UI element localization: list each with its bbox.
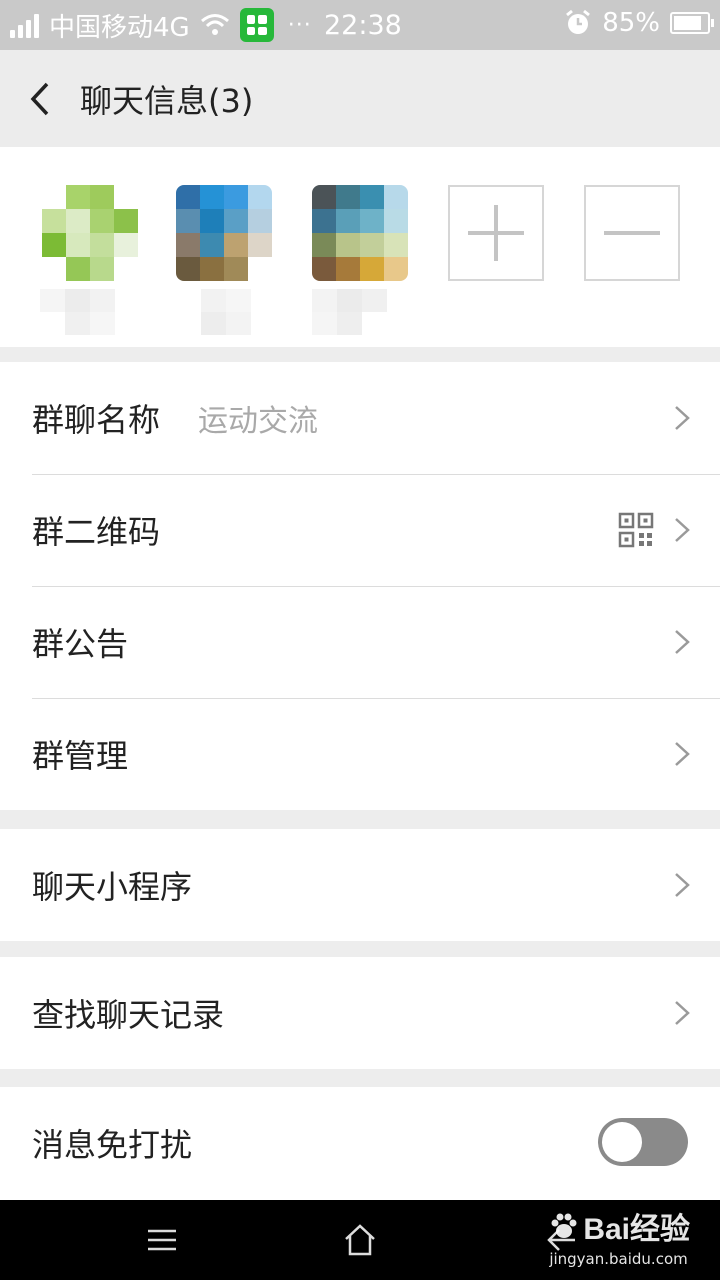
clock: 22:38 <box>324 10 402 41</box>
search-history-row[interactable]: 查找聊天记录 <box>0 957 720 1069</box>
page-title: 聊天信息(3) <box>80 81 254 120</box>
system-nav-bar: Bai经验 jingyan.baidu.com <box>0 1200 720 1280</box>
carrier-label: 中国移动4G <box>49 12 190 43</box>
watermark-brand: Bai经验 <box>583 1213 690 1246</box>
wifi-icon <box>200 14 229 35</box>
more-notifications: ··· <box>287 12 312 38</box>
group-settings-section: 群聊名称 运动交流 群二维码 群公告 群管理 <box>0 362 720 810</box>
notification-section: 消息免打扰 <box>0 1087 720 1200</box>
paw-icon <box>551 1213 577 1238</box>
mini-programs-section: 聊天小程序 <box>0 829 720 941</box>
member-avatar[interactable] <box>42 185 138 281</box>
chevron-right-icon <box>675 742 690 766</box>
chevron-right-icon <box>675 630 690 654</box>
group-qr-row[interactable]: 群二维码 <box>0 474 720 586</box>
group-name-row[interactable]: 群聊名称 运动交流 <box>0 362 720 474</box>
group-name-label: 群聊名称 <box>32 401 161 439</box>
mute-label: 消息免打扰 <box>32 1126 193 1164</box>
plus-icon <box>468 205 524 261</box>
mute-toggle[interactable] <box>598 1118 688 1166</box>
search-history-label: 查找聊天记录 <box>32 996 225 1034</box>
group-qr-label: 群二维码 <box>32 513 161 551</box>
group-manage-row[interactable]: 群管理 <box>0 698 720 810</box>
remove-member-button[interactable] <box>584 185 680 281</box>
menu-icon[interactable] <box>146 1222 178 1258</box>
toggle-knob <box>602 1122 642 1162</box>
chevron-right-icon <box>675 406 690 430</box>
member-avatar[interactable] <box>176 185 272 281</box>
baidu-watermark: Bai经验 jingyan.baidu.com <box>549 1204 690 1268</box>
group-announcement-label: 群公告 <box>32 625 129 663</box>
add-member-button[interactable] <box>448 185 544 281</box>
mini-programs-row[interactable]: 聊天小程序 <box>0 829 720 941</box>
chevron-right-icon <box>675 1001 690 1025</box>
minus-icon <box>604 231 660 235</box>
chevron-right-icon <box>675 518 690 542</box>
member-name <box>176 289 276 335</box>
header-bar: 聊天信息(3) <box>0 50 720 147</box>
member-name <box>40 289 140 335</box>
battery-percent: 85% <box>602 8 660 38</box>
mute-row: 消息免打扰 <box>0 1087 720 1199</box>
group-name-value: 运动交流 <box>198 404 319 439</box>
member-name <box>312 289 412 335</box>
home-icon[interactable] <box>343 1222 377 1258</box>
app-notification-icon <box>239 8 274 42</box>
battery-icon <box>670 12 714 34</box>
chevron-left-icon <box>30 82 49 115</box>
back-button[interactable] <box>0 50 80 147</box>
status-bar: 中国移动4G ··· 22:38 85% <box>0 0 720 50</box>
group-manage-label: 群管理 <box>32 737 129 775</box>
signal-icon <box>10 12 39 38</box>
chevron-right-icon <box>675 873 690 897</box>
watermark-url: jingyan.baidu.com <box>549 1250 688 1268</box>
search-section: 查找聊天记录 <box>0 957 720 1069</box>
mini-programs-label: 聊天小程序 <box>32 868 193 906</box>
member-avatar[interactable] <box>312 185 408 281</box>
alarm-icon <box>566 9 591 34</box>
group-announcement-row[interactable]: 群公告 <box>0 586 720 698</box>
qr-code-icon <box>618 512 654 548</box>
members-panel <box>0 147 720 347</box>
